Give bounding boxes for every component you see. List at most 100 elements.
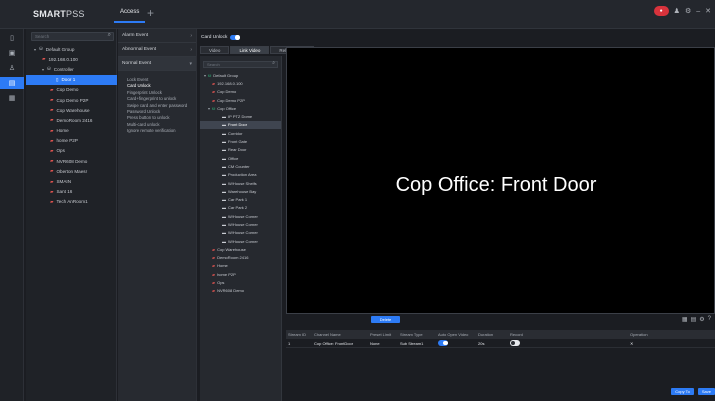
channel-tree-item[interactable]: ▰ DemoRoom 2416 [200, 254, 281, 262]
calendar-icon[interactable]: ▦ [0, 92, 24, 104]
channel-tree-item[interactable]: ▬ Corridor [200, 129, 281, 137]
tree-item[interactable]: ▯ Door 1 [26, 74, 117, 85]
tab-0[interactable]: Video [200, 46, 230, 54]
channel-tree-item[interactable]: ▬ W/House Shelfs [200, 179, 281, 187]
channel-tree-item[interactable]: ▬ Front Gate [200, 137, 281, 145]
tree-item[interactable]: ▰ home P2P [26, 136, 117, 146]
channel-label: IP PTZ Dome [228, 114, 253, 120]
door-icon[interactable]: ▯ [0, 32, 24, 44]
tree-item[interactable]: ▰ Oberton Maesr [26, 166, 117, 176]
channel-tree-item[interactable]: ▬ Warehouse Bay [200, 187, 281, 195]
duration-cell[interactable]: 20s [476, 341, 508, 346]
console-icon[interactable]: ▣ [0, 47, 24, 59]
tree-item[interactable]: ▰ Ops [26, 146, 117, 156]
group-icon: ⛁ [47, 66, 51, 72]
channel-tree-item[interactable]: ▬ Production Area [200, 171, 281, 179]
channel-tree-item[interactable]: ▰ Ops [200, 278, 281, 286]
person-icon[interactable]: ♙ [0, 62, 24, 74]
search-icon[interactable]: ⌕ [108, 32, 111, 39]
event-category-2[interactable]: Normal Event ▾ [118, 57, 196, 71]
card-unlock-label: Card Unlock [201, 35, 228, 40]
save-button[interactable]: Save [697, 388, 715, 395]
channel-tree-item[interactable]: ▰ Cop Warehouse [200, 245, 281, 253]
grid-layout-icon[interactable]: ▦ [682, 316, 688, 323]
tree-item[interactable]: ▰ Sant 16 [26, 187, 117, 197]
tree-item[interactable]: ▰ Cop Demo [26, 85, 117, 95]
channel-tree-item[interactable]: ▰ Cop Demo P2P [200, 96, 281, 104]
search-icon[interactable]: ⌕ [272, 61, 275, 66]
channel-label: Office [228, 155, 239, 161]
expand-icon[interactable]: ▾ [204, 73, 206, 78]
channel-label: Rear Door [228, 147, 247, 153]
tree-item[interactable]: ▰ NVR608 Demo [26, 156, 117, 166]
alarm-badge[interactable]: ● [653, 6, 669, 16]
expand-icon[interactable]: ▾ [208, 106, 210, 111]
gear-icon[interactable]: ⚙ [685, 7, 691, 15]
minimize-icon[interactable]: – [696, 8, 700, 15]
channel-tree-item[interactable]: ▾ ⛁ Default Group [200, 71, 281, 79]
tree-item[interactable]: ▰ Cop Demo P2P [26, 95, 117, 105]
event-category-label: Abnormal Event [122, 47, 157, 52]
channel-tree-item[interactable]: ▰ NVR608 Demo [200, 287, 281, 295]
close-icon[interactable]: ✕ [705, 7, 711, 15]
channel-tree-item[interactable]: ▬ W/House Corner [200, 212, 281, 220]
device-tree-panel: Search ⌕ ▾ ⛁ Default Group ▰ 192.168.0.100 ▾ ⛁… [26, 29, 117, 401]
channel-tree-item[interactable]: ▬ W/House Corner [200, 229, 281, 237]
help-icon[interactable]: ? [708, 316, 711, 323]
preset-cell[interactable]: None [368, 341, 398, 346]
channel-tree-item[interactable]: ▾ ⛁ Cop Office [200, 104, 281, 112]
user-icon[interactable]: ♟ [674, 7, 680, 15]
channel-tree-item[interactable]: ▬ IP PTZ Dome [200, 112, 281, 120]
channel-tree-item[interactable]: ▬ W/House Corner [200, 220, 281, 228]
tree-item[interactable]: ▰ Home [26, 126, 117, 136]
event-category-0[interactable]: Alarm Event › [118, 29, 196, 43]
channel-tree-item[interactable]: ▬ Car Park 2 [200, 204, 281, 212]
tree-item-label: SMAIN [56, 179, 72, 185]
add-tab-icon[interactable]: + [147, 6, 154, 20]
channel-tree-item[interactable]: ▬ CM Counter [200, 162, 281, 170]
delete-row-icon[interactable]: ✕ [628, 341, 688, 346]
channel-tree-item[interactable]: ▬ Front Door [200, 120, 281, 130]
channel-label: Cop Demo [217, 89, 237, 95]
channel-tree-item[interactable]: ▰ Home [200, 262, 281, 270]
tree-item[interactable]: ▰ DemoRoom 2416 [26, 115, 117, 125]
event-category-1[interactable]: Abnormal Event › [118, 43, 196, 57]
auto-open-toggle[interactable] [438, 340, 448, 346]
tree-item[interactable]: ▾ ⛁ Controller [26, 64, 117, 74]
event-item[interactable]: Ignore remote verification [127, 128, 196, 134]
delete-button[interactable]: Delete [371, 316, 400, 323]
device-icon: ▰ [50, 198, 54, 204]
event-config-icon[interactable]: ▤ [0, 77, 24, 89]
tree-item[interactable]: ▰ 192.168.0.100 [26, 54, 117, 64]
channel-tree-item[interactable]: ▰ 192.168.0.100 [200, 79, 281, 87]
device-icon: ▰ [212, 246, 216, 252]
tree-item[interactable]: ▰ Cop Warehouse [26, 105, 117, 115]
channel-tree-item[interactable]: ▬ W/House Corner [200, 237, 281, 245]
tab-1[interactable]: Link Video [230, 46, 270, 54]
channel-tree-item[interactable]: ▬ Car Park 1 [200, 195, 281, 203]
record-toggle[interactable] [510, 340, 520, 346]
table-row[interactable]: 1 Cop Office: FrontDoor None Sub Stream1 20s… [286, 339, 715, 348]
icon-rail: ▯ ▣ ♙ ▤ ▦ [0, 29, 24, 401]
card-unlock-toggle[interactable] [230, 34, 241, 41]
settings-icon[interactable]: ⚙ [699, 316, 704, 323]
list-layout-icon[interactable]: ▤ [691, 316, 697, 323]
channel-label: W/House Corner [228, 221, 258, 227]
expand-icon[interactable]: ▾ [42, 67, 44, 72]
channel-search-input[interactable]: Search ⌕ [203, 61, 278, 68]
video-preview[interactable]: Cop Office: Front Door [286, 47, 715, 314]
tab-access[interactable]: Access [114, 9, 146, 23]
channel-tree-item[interactable]: ▬ Office [200, 154, 281, 162]
channel-tree-item[interactable]: ▰ Cop Demo [200, 88, 281, 96]
tree-item[interactable]: ▰ Tech AnRoom1 [26, 197, 117, 207]
channel-label: Corridor [228, 130, 243, 136]
column-header: Preset Limit [370, 332, 392, 337]
copy-to-button[interactable]: Copy To [671, 388, 694, 395]
expand-icon[interactable]: ▾ [34, 47, 36, 52]
tree-item[interactable]: ▾ ⛁ Default Group [26, 44, 117, 54]
channel-tree-item[interactable]: ▰ home P2P [200, 270, 281, 278]
tree-item[interactable]: ▰ SMAIN [26, 176, 117, 186]
stream-type-cell[interactable]: Sub Stream1 [398, 341, 436, 346]
channel-tree-item[interactable]: ▬ Rear Door [200, 146, 281, 154]
device-search-input[interactable]: Search ⌕ [31, 32, 114, 41]
